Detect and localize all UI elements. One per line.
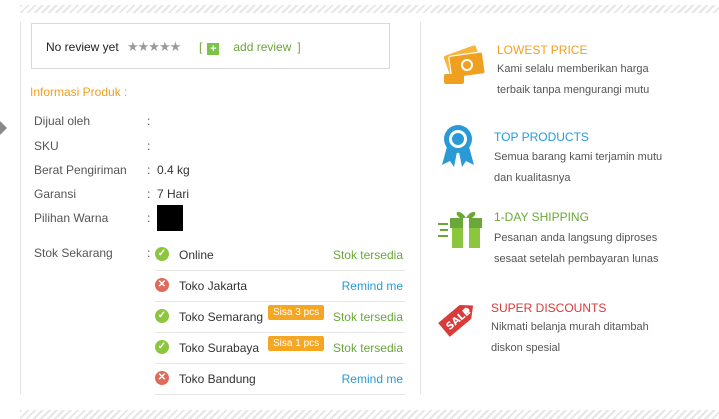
- ribbon-award-icon: [442, 125, 474, 167]
- feature-desc-line: diskon spesial: [491, 342, 561, 354]
- sale-tag-icon: SALE: [438, 305, 473, 337]
- x-circle-icon: ✕: [155, 278, 169, 292]
- colon: :: [147, 163, 151, 177]
- feature-desc-top-products: Semua barang kami terjamin mutu dan kual…: [494, 147, 694, 189]
- label-weight: Berat Pengiriman: [34, 163, 127, 177]
- colon: :: [147, 187, 151, 201]
- feature-desc-line: Pesanan anda langsung diproses: [494, 232, 658, 244]
- stock-row-surabaya: ✓ Toko Surabaya Sisa 1 pcs Stok tersedia: [155, 333, 405, 364]
- feature-title-shipping: 1-DAY SHIPPING: [494, 210, 589, 224]
- remind-me-link[interactable]: Remind me: [342, 372, 403, 386]
- colon: :: [147, 246, 151, 260]
- stock-row-semarang: ✓ Toko Semarang Sisa 3 pcs Stok tersedia: [155, 302, 405, 333]
- feature-desc-line: Nikmati belanja murah ditambah: [491, 321, 649, 333]
- store-name: Toko Semarang: [179, 310, 264, 324]
- stock-status: Stok tersedia: [332, 341, 403, 355]
- label-color-option: Pilihan Warna: [34, 211, 109, 225]
- bracket-close: ]: [297, 40, 301, 54]
- stock-status: Stok tersedia: [332, 310, 403, 324]
- feature-desc-lowest-price: Kami selalu memberikan harga terbaik tan…: [497, 59, 697, 101]
- check-circle-icon: ✓: [155, 309, 169, 323]
- feature-desc-discounts: Nikmati belanja murah ditambah diskon sp…: [491, 317, 691, 359]
- store-name: Toko Surabaya: [179, 341, 260, 355]
- remind-me-link[interactable]: Remind me: [342, 279, 403, 293]
- arrow-left-icon[interactable]: [0, 121, 7, 135]
- top-stripe-divider: [20, 5, 719, 13]
- store-name: Toko Bandung: [179, 372, 256, 386]
- feature-title-top-products: TOP PRODUCTS: [494, 130, 589, 144]
- colon: :: [147, 139, 151, 153]
- feature-title-lowest-price: LOWEST PRICE: [497, 43, 588, 57]
- money-icon: [443, 45, 486, 84]
- review-box: No review yet ★★★★★ [ + add review]: [31, 23, 390, 69]
- label-current-stock: Stok Sekarang: [34, 246, 113, 260]
- feature-desc-line: Semua barang kami terjamin mutu: [494, 151, 663, 163]
- bracket-open: [: [199, 40, 203, 54]
- no-review-text: No review yet: [46, 40, 119, 54]
- feature-title-discounts: SUPER DISCOUNTS: [491, 301, 607, 315]
- feature-desc-line: terbaik tanpa mengurangi mutu: [497, 84, 650, 96]
- x-circle-icon: ✕: [155, 371, 169, 385]
- panel-border-right: [420, 22, 421, 394]
- stock-row-online: ✓ Online Stok tersedia: [155, 240, 405, 271]
- colon: :: [147, 211, 151, 225]
- bottom-stripe-divider: [20, 410, 719, 419]
- label-seller: Dijual oleh: [34, 114, 91, 128]
- feature-desc-line: sesaat setelah pembayaran lunas: [494, 253, 659, 265]
- stock-remaining-badge: Sisa 1 pcs: [268, 336, 325, 351]
- value-weight: 0.4 kg: [157, 163, 190, 177]
- gift-shipping-icon: [438, 211, 482, 248]
- feature-desc-shipping: Pesanan anda langsung diproses sesaat se…: [494, 228, 694, 270]
- stock-status: Stok tersedia: [332, 248, 403, 262]
- colon: :: [147, 114, 151, 128]
- stock-row-bandung: ✕ Toko Bandung Remind me: [155, 364, 405, 395]
- stock-remaining-badge: Sisa 3 pcs: [268, 305, 325, 320]
- check-circle-icon: ✓: [155, 340, 169, 354]
- store-name: Online: [179, 248, 214, 262]
- label-sku: SKU: [34, 139, 59, 153]
- plus-icon: +: [207, 43, 220, 55]
- feature-desc-line: dan kualitasnya: [494, 172, 571, 184]
- add-review-label: add review: [233, 40, 292, 54]
- stock-row-jakarta: ✕ Toko Jakarta Remind me: [155, 271, 405, 302]
- store-name: Toko Jakarta: [179, 279, 248, 293]
- add-review-link[interactable]: [ + add review]: [199, 40, 301, 55]
- feature-desc-line: Kami selalu memberikan harga: [497, 63, 649, 75]
- value-warranty: 7 Hari: [157, 187, 190, 201]
- product-info-title: Informasi Produk :: [30, 85, 128, 99]
- label-warranty: Garansi: [34, 187, 77, 201]
- panel-border-left: [20, 22, 21, 394]
- check-circle-icon: ✓: [155, 247, 169, 261]
- color-swatch-black[interactable]: [157, 205, 183, 231]
- rating-stars-icon: ★★★★★: [127, 39, 181, 54]
